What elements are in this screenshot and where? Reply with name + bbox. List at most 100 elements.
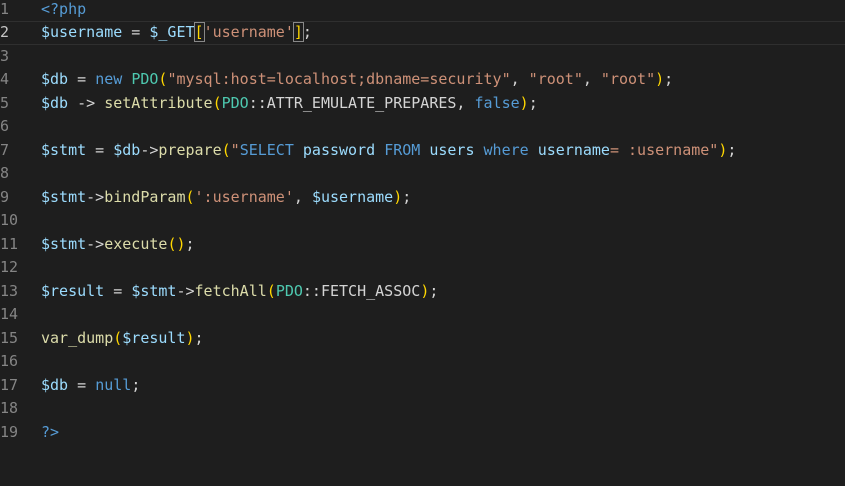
code-token: ; — [727, 140, 737, 159]
code-token: ] — [292, 22, 304, 42]
code-token: setAttribute — [104, 93, 213, 112]
code-token: 'username' — [203, 23, 294, 41]
code-token: , — [293, 187, 312, 206]
code-token: PDO — [221, 93, 249, 112]
code-token: prepare — [158, 140, 222, 159]
code-token: ( — [212, 93, 222, 112]
code-token: -> — [176, 281, 195, 300]
code-token: $stmt — [131, 281, 177, 300]
code-token: ( — [113, 328, 123, 347]
code-line[interactable]: 16 — [0, 350, 845, 374]
code-token: ; — [302, 23, 312, 41]
code-token: password — [293, 140, 385, 159]
code-editor[interactable]: 1 <?php 2 $username = $_GET['username']; 3 4 $… — [0, 0, 845, 486]
code-token: $db — [113, 140, 141, 159]
code-token: fetchAll — [194, 281, 267, 300]
code-text[interactable]: ?> — [41, 421, 59, 445]
code-token: bindParam — [104, 187, 186, 206]
code-token: FROM — [384, 140, 421, 159]
line-number: 15 — [0, 328, 19, 347]
code-token: = — [86, 140, 114, 159]
code-text[interactable]: <?php — [41, 0, 86, 21]
code-token: ; — [664, 70, 674, 88]
code-token: "root" — [528, 70, 583, 88]
line-number: 9 — [0, 187, 10, 206]
line-number: 3 — [0, 46, 10, 65]
code-line[interactable]: 12 — [0, 256, 845, 280]
code-token: = — [122, 23, 150, 41]
code-token: -> — [86, 234, 105, 253]
code-token: execute — [104, 234, 168, 253]
code-line[interactable]: 10 — [0, 209, 845, 233]
code-token: ; — [185, 234, 195, 253]
code-text[interactable]: $db -> setAttribute(PDO::ATTR_EMULATE_PR… — [41, 92, 538, 116]
code-token: ; — [131, 375, 141, 394]
code-token: $db — [41, 93, 69, 112]
code-line[interactable]: 9 $stmt->bindParam(':username', $username… — [0, 186, 845, 210]
code-line[interactable]: 3 — [0, 45, 845, 69]
code-line[interactable]: 4 $db = new PDO("mysql:host=localhost;dbn… — [0, 68, 845, 92]
line-number: 13 — [0, 281, 19, 300]
code-line[interactable]: 11 $stmt->execute(); — [0, 233, 845, 257]
line-number: 7 — [0, 140, 10, 159]
code-line[interactable]: 14 — [0, 303, 845, 327]
code-text[interactable]: var_dump($result); — [41, 327, 204, 351]
code-token: $_GET — [149, 23, 195, 41]
code-token: ) — [420, 281, 430, 300]
code-line[interactable]: 15 var_dump($result); — [0, 327, 845, 351]
code-line[interactable]: 17 $db = null; — [0, 374, 845, 398]
code-line[interactable]: 7 $stmt = $db->prepare("SELECT password F… — [0, 139, 845, 163]
line-number: 18 — [0, 399, 19, 417]
code-text[interactable]: $username = $_GET['username']; — [41, 21, 312, 45]
code-token: "root" — [600, 70, 656, 88]
line-number: 16 — [0, 352, 19, 370]
line-number: 2 — [0, 23, 10, 41]
code-token: $stmt — [41, 187, 87, 206]
line-number: 19 — [0, 422, 19, 441]
line-number: 17 — [0, 375, 19, 394]
code-line[interactable]: 5 $db -> setAttribute(PDO::ATTR_EMULATE_P… — [0, 92, 845, 116]
code-text[interactable]: $stmt = $db->prepare("SELECT password FR… — [41, 139, 736, 163]
code-token: ) — [655, 70, 665, 88]
code-line[interactable]: 2 $username = $_GET['username']; — [0, 21, 845, 45]
code-token: () — [167, 234, 186, 253]
code-token: ( — [185, 187, 195, 206]
code-text[interactable]: $stmt->execute(); — [41, 233, 195, 257]
code-token: username — [528, 140, 610, 159]
code-text[interactable]: $stmt->bindParam(':username', $username)… — [41, 186, 411, 210]
code-token: "mysql:host=localhost;dbname=security" — [167, 70, 511, 88]
code-token: ; — [402, 187, 412, 206]
code-token: = — [104, 281, 132, 300]
code-token: PDO — [131, 70, 159, 88]
code-line[interactable]: 19 ?> — [0, 421, 845, 445]
code-token: ) — [185, 328, 195, 347]
code-token: , — [582, 70, 601, 88]
code-text[interactable]: $result = $stmt->fetchAll(PDO::FETCH_ASS… — [41, 280, 438, 304]
line-number: 4 — [0, 70, 10, 88]
code-token: ( — [221, 140, 231, 159]
code-line[interactable]: 8 — [0, 162, 845, 186]
code-text[interactable]: $db = null; — [41, 374, 140, 398]
code-token: new — [95, 70, 123, 88]
code-token: ; — [194, 328, 204, 347]
code-token: ; — [528, 93, 538, 112]
code-token: -> — [140, 140, 159, 159]
code-token: var_dump — [41, 328, 114, 347]
code-token: $db — [41, 70, 69, 88]
code-token: $stmt — [41, 140, 87, 159]
code-text[interactable]: $db = new PDO("mysql:host=localhost;dbna… — [41, 68, 673, 92]
code-line[interactable]: 1 <?php — [0, 0, 845, 21]
code-token: ::ATTR_EMULATE_PREPARES, — [248, 93, 475, 112]
code-token: users — [420, 140, 484, 159]
code-token: false — [474, 93, 520, 112]
code-token: = :username" — [609, 140, 719, 159]
code-line[interactable]: 13 $result = $stmt->fetchAll(PDO::FETCH_A… — [0, 280, 845, 304]
code-line[interactable]: 18 — [0, 397, 845, 421]
code-token: SELECT — [239, 140, 294, 159]
code-token: $username — [311, 187, 394, 206]
code-token: ?> — [41, 422, 60, 441]
code-token: null — [95, 375, 132, 394]
code-token: ':username' — [194, 187, 294, 206]
code-line[interactable]: 6 — [0, 115, 845, 139]
code-token: [ — [193, 22, 205, 42]
